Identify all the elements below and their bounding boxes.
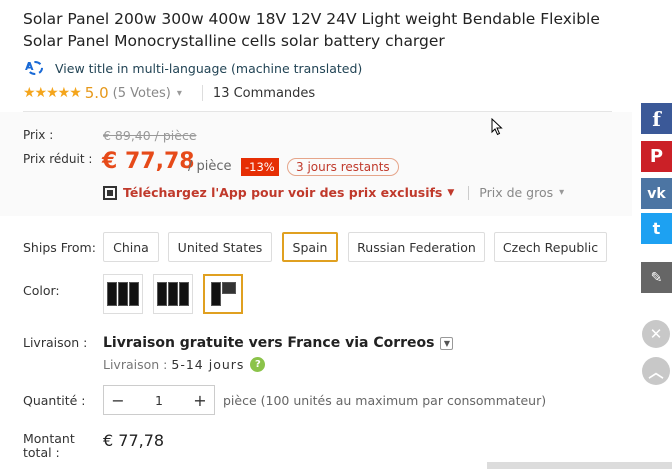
product-title: Solar Panel 200w 300w 400w 18V 12V 24V L… xyxy=(23,10,600,50)
divider xyxy=(201,85,203,101)
original-price: € 89,40 / pièce xyxy=(103,128,197,143)
total-label: Montant total : xyxy=(23,432,75,460)
solar-panel-image xyxy=(107,282,139,306)
color-label: Color: xyxy=(23,283,60,298)
solar-panel-image xyxy=(210,282,236,306)
edit-icon[interactable]: ✎ xyxy=(641,262,672,293)
color-option-3-panels[interactable] xyxy=(153,274,193,314)
shipping-method[interactable]: Livraison gratuite vers France via Corre… xyxy=(103,335,454,351)
rating-row: ★★★★★ 5.0 (5 Votes) ▾ 13 Commandes xyxy=(23,82,315,104)
app-promo-link[interactable]: Téléchargez l'App pour voir des prix exc… xyxy=(123,185,442,200)
facebook-icon[interactable]: f xyxy=(641,103,672,134)
help-icon[interactable]: ? xyxy=(250,357,266,372)
rating-value: 5.0 xyxy=(84,84,109,102)
chevron-down-icon[interactable]: ▾ xyxy=(559,187,564,198)
close-icon[interactable]: ✕ xyxy=(642,320,670,348)
total-label-line1: Montant xyxy=(23,431,75,446)
wholesale-price-link[interactable]: Prix de gros xyxy=(479,185,553,200)
quantity-label: Quantité : xyxy=(23,393,86,408)
ship-option-russian-federation[interactable]: Russian Federation xyxy=(348,232,485,262)
shipping-delay-label: Livraison : xyxy=(103,357,168,372)
ships-from-label: Ships From: xyxy=(23,240,96,255)
quantity-input[interactable]: 1 xyxy=(132,393,186,408)
shipping-delay: Livraison : 5-14 jours ? xyxy=(103,357,266,372)
chevron-down-icon[interactable]: ▾ xyxy=(177,88,182,99)
quantity-note: pièce (100 unités au maximum par consomm… xyxy=(223,393,547,408)
twitter-icon[interactable]: t xyxy=(641,213,672,244)
pinterest-icon[interactable]: P xyxy=(641,141,672,172)
translate-icon: A xyxy=(23,60,45,76)
price-label: Prix : xyxy=(23,128,54,142)
translate-link[interactable]: View title in multi-language (machine tr… xyxy=(55,61,362,76)
color-option-2-panels[interactable] xyxy=(103,274,143,314)
orders-count: 13 Commandes xyxy=(212,85,316,101)
ship-option-spain[interactable]: Spain xyxy=(282,232,338,262)
price-unit: / pièce xyxy=(188,159,232,174)
rating-stars-icon: ★★★★★ xyxy=(23,85,82,101)
shipping-delay-value: 5-14 jours xyxy=(171,357,245,372)
qr-code-icon xyxy=(103,185,117,200)
mouse-cursor-icon xyxy=(491,118,503,136)
translate-row[interactable]: A View title in multi-language (machine … xyxy=(23,60,362,76)
quantity-stepper: − 1 + xyxy=(103,385,215,415)
ship-option-united-states[interactable]: United States xyxy=(168,232,272,262)
ship-option-china[interactable]: China xyxy=(103,232,159,262)
decrease-button[interactable]: − xyxy=(104,391,132,410)
chevron-down-icon[interactable]: ▼ xyxy=(447,188,454,198)
color-option-kit[interactable] xyxy=(203,274,243,314)
divider xyxy=(468,185,470,200)
days-left-badge: 3 jours restants xyxy=(287,158,399,176)
scroll-up-icon[interactable]: ︿ xyxy=(642,357,670,385)
app-promo-row: Téléchargez l'App pour voir des prix exc… xyxy=(103,185,564,200)
scrollbar[interactable] xyxy=(487,462,672,469)
increase-button[interactable]: + xyxy=(186,391,214,410)
shipping-label: Livraison : xyxy=(23,335,88,350)
reduced-price-label: Prix réduit : xyxy=(23,152,93,166)
ship-option-czech-republic[interactable]: Czech Republic xyxy=(494,232,607,262)
vk-icon[interactable]: vk xyxy=(641,178,672,209)
reduced-price: € 77,78 xyxy=(102,149,195,174)
shipping-method-text[interactable]: Livraison gratuite vers France via Corre… xyxy=(103,335,434,351)
votes-count[interactable]: (5 Votes) xyxy=(113,86,171,101)
solar-panel-image xyxy=(157,282,189,306)
total-label-line2: total : xyxy=(23,445,60,460)
discount-badge: -13% xyxy=(241,158,279,176)
total-amount: € 77,78 xyxy=(103,431,165,450)
chevron-down-icon[interactable]: ▼ xyxy=(440,336,454,350)
price-box: Prix : € 89,40 / pièce Prix réduit : € 7… xyxy=(0,112,632,216)
